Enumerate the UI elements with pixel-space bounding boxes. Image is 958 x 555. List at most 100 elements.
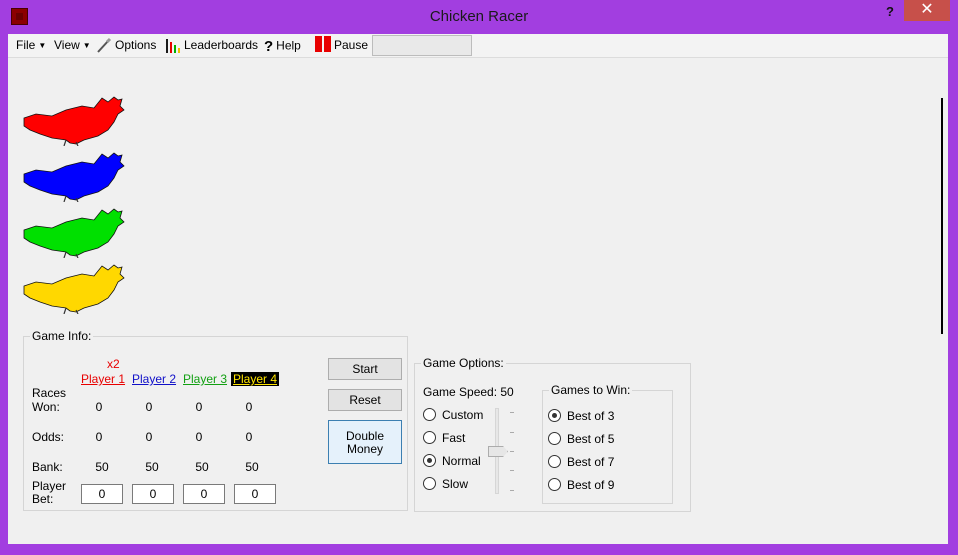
- best-of-3-radio[interactable]: Best of 3: [548, 409, 614, 423]
- title-bar[interactable]: Chicken Racer ? ✕: [0, 0, 958, 34]
- chicken-red: [23, 96, 125, 146]
- player1-label: Player 1: [81, 372, 126, 386]
- race-track-scrollbar[interactable]: [941, 98, 943, 334]
- game-options-legend: Game Options:: [421, 356, 506, 370]
- bank-label: Bank:: [32, 460, 63, 474]
- speed-slider-thumb[interactable]: [488, 446, 508, 457]
- best-of-5-label: Best of 5: [567, 432, 615, 446]
- player2-bank: 50: [145, 460, 159, 474]
- player3-bet-input[interactable]: [183, 484, 225, 504]
- menu-options[interactable]: Options: [96, 37, 157, 55]
- player4-bet-input[interactable]: [234, 484, 276, 504]
- races-won-label-line1: Races: [32, 386, 67, 400]
- games-to-win-group: Games to Win: Best of 3 Best of 5 Best o…: [542, 383, 673, 504]
- start-button[interactable]: Start: [328, 358, 402, 380]
- menu-options-label: Options: [115, 38, 157, 53]
- speed-custom-label: Custom: [442, 408, 484, 422]
- close-button[interactable]: ✕: [904, 0, 950, 21]
- pause-icon: [315, 36, 331, 52]
- player1-bet-input[interactable]: [81, 484, 123, 504]
- speed-slow-radio[interactable]: Slow: [423, 477, 468, 491]
- menu-textbox[interactable]: [372, 35, 472, 56]
- double-money-label-line1: Double: [345, 429, 385, 443]
- menu-view[interactable]: View ▼: [54, 38, 91, 55]
- game-speed-label: Game Speed: 50: [423, 385, 514, 399]
- player1-multiplier: x2: [107, 357, 120, 371]
- slider-tick: [510, 490, 514, 491]
- player1-races-won: 0: [95, 400, 103, 414]
- best-of-5-radio[interactable]: Best of 5: [548, 432, 614, 446]
- bar-chart-icon: [166, 39, 180, 53]
- chicken-blue-body: [23, 152, 125, 201]
- player4-odds: 0: [245, 430, 253, 444]
- radio-circle: [548, 478, 561, 492]
- radio-circle: [423, 408, 436, 422]
- speed-normal-label: Normal: [442, 454, 481, 468]
- player1-bank: 50: [95, 460, 109, 474]
- best-of-7-label: Best of 7: [567, 455, 615, 469]
- game-info-group: Game Info: x2 Player 1 Player 2 Player 3…: [23, 329, 408, 511]
- menu-pause-label: Pause: [334, 38, 369, 53]
- player1-odds: 0: [95, 430, 103, 444]
- game-info-legend: Game Info:: [30, 329, 94, 343]
- menu-view-label: View: [54, 38, 80, 52]
- menu-file[interactable]: File ▼: [16, 38, 46, 55]
- radio-circle: [423, 477, 436, 491]
- races-won-label-line2: Won:: [32, 400, 60, 414]
- player3-bank: 50: [195, 460, 209, 474]
- double-money-button[interactable]: Double Money: [328, 420, 402, 464]
- games-to-win-legend: Games to Win:: [549, 383, 633, 397]
- speed-normal-radio[interactable]: Normal: [423, 454, 481, 468]
- chicken-green: [23, 208, 125, 258]
- chicken-yellow: [23, 264, 125, 314]
- player4-label: Player 4: [231, 372, 280, 386]
- player-bet-label-line1: Player: [32, 479, 67, 493]
- chicken-red-body: [23, 96, 125, 145]
- menu-pause[interactable]: Pause: [315, 36, 369, 55]
- chevron-down-icon: ▼: [38, 41, 47, 50]
- menu-file-label: File: [16, 38, 36, 52]
- menu-leaderboards[interactable]: Leaderboards: [165, 38, 258, 55]
- player2-bet-input[interactable]: [132, 484, 174, 504]
- radio-circle-checked: [423, 454, 436, 468]
- reset-button[interactable]: Reset: [328, 389, 402, 411]
- odds-label: Odds:: [32, 430, 65, 444]
- menu-help-label: Help: [276, 38, 301, 53]
- player2-label: Player 2: [132, 372, 177, 386]
- radio-circle: [548, 455, 561, 469]
- radio-circle: [423, 431, 436, 445]
- radio-circle: [548, 432, 561, 446]
- best-of-9-label: Best of 9: [567, 478, 615, 492]
- best-of-7-radio[interactable]: Best of 7: [548, 455, 614, 469]
- slider-tick: [510, 470, 514, 471]
- player4-bank: 50: [245, 460, 259, 474]
- help-button[interactable]: ?: [880, 4, 900, 22]
- window-title: Chicken Racer: [429, 8, 529, 25]
- player2-races-won: 0: [145, 400, 153, 414]
- chicken-blue: [23, 152, 125, 202]
- best-of-9-radio[interactable]: Best of 9: [548, 478, 614, 492]
- slider-tick: [510, 412, 514, 413]
- chicken-yellow-body: [23, 264, 125, 313]
- speed-custom-radio[interactable]: Custom: [423, 408, 483, 422]
- menu-help[interactable]: ? Help: [264, 38, 301, 55]
- player3-odds: 0: [195, 430, 203, 444]
- speed-slow-label: Slow: [442, 477, 469, 491]
- player2-odds: 0: [145, 430, 153, 444]
- speed-fast-label: Fast: [442, 431, 466, 445]
- best-of-3-label: Best of 3: [567, 409, 615, 423]
- radio-circle-checked: [548, 409, 561, 423]
- double-money-label-line2: Money: [346, 442, 384, 456]
- menu-leaderboards-label: Leaderboards: [184, 38, 259, 53]
- slider-tick: [510, 451, 514, 452]
- player-bet-label-line2: Bet:: [32, 492, 54, 506]
- player3-label: Player 3: [183, 372, 228, 386]
- chicken-green-body: [23, 208, 125, 257]
- speed-fast-radio[interactable]: Fast: [423, 431, 465, 445]
- wand-icon: [97, 37, 112, 53]
- question-icon: ?: [264, 38, 274, 55]
- menu-bar: File ▼ View ▼ Options Leaderboards ? Help P…: [8, 34, 948, 58]
- player3-races-won: 0: [195, 400, 203, 414]
- chevron-down-icon: ▼: [82, 41, 91, 50]
- app-window: Chicken Racer ? ✕ File ▼ View ▼ Options Le…: [0, 0, 958, 555]
